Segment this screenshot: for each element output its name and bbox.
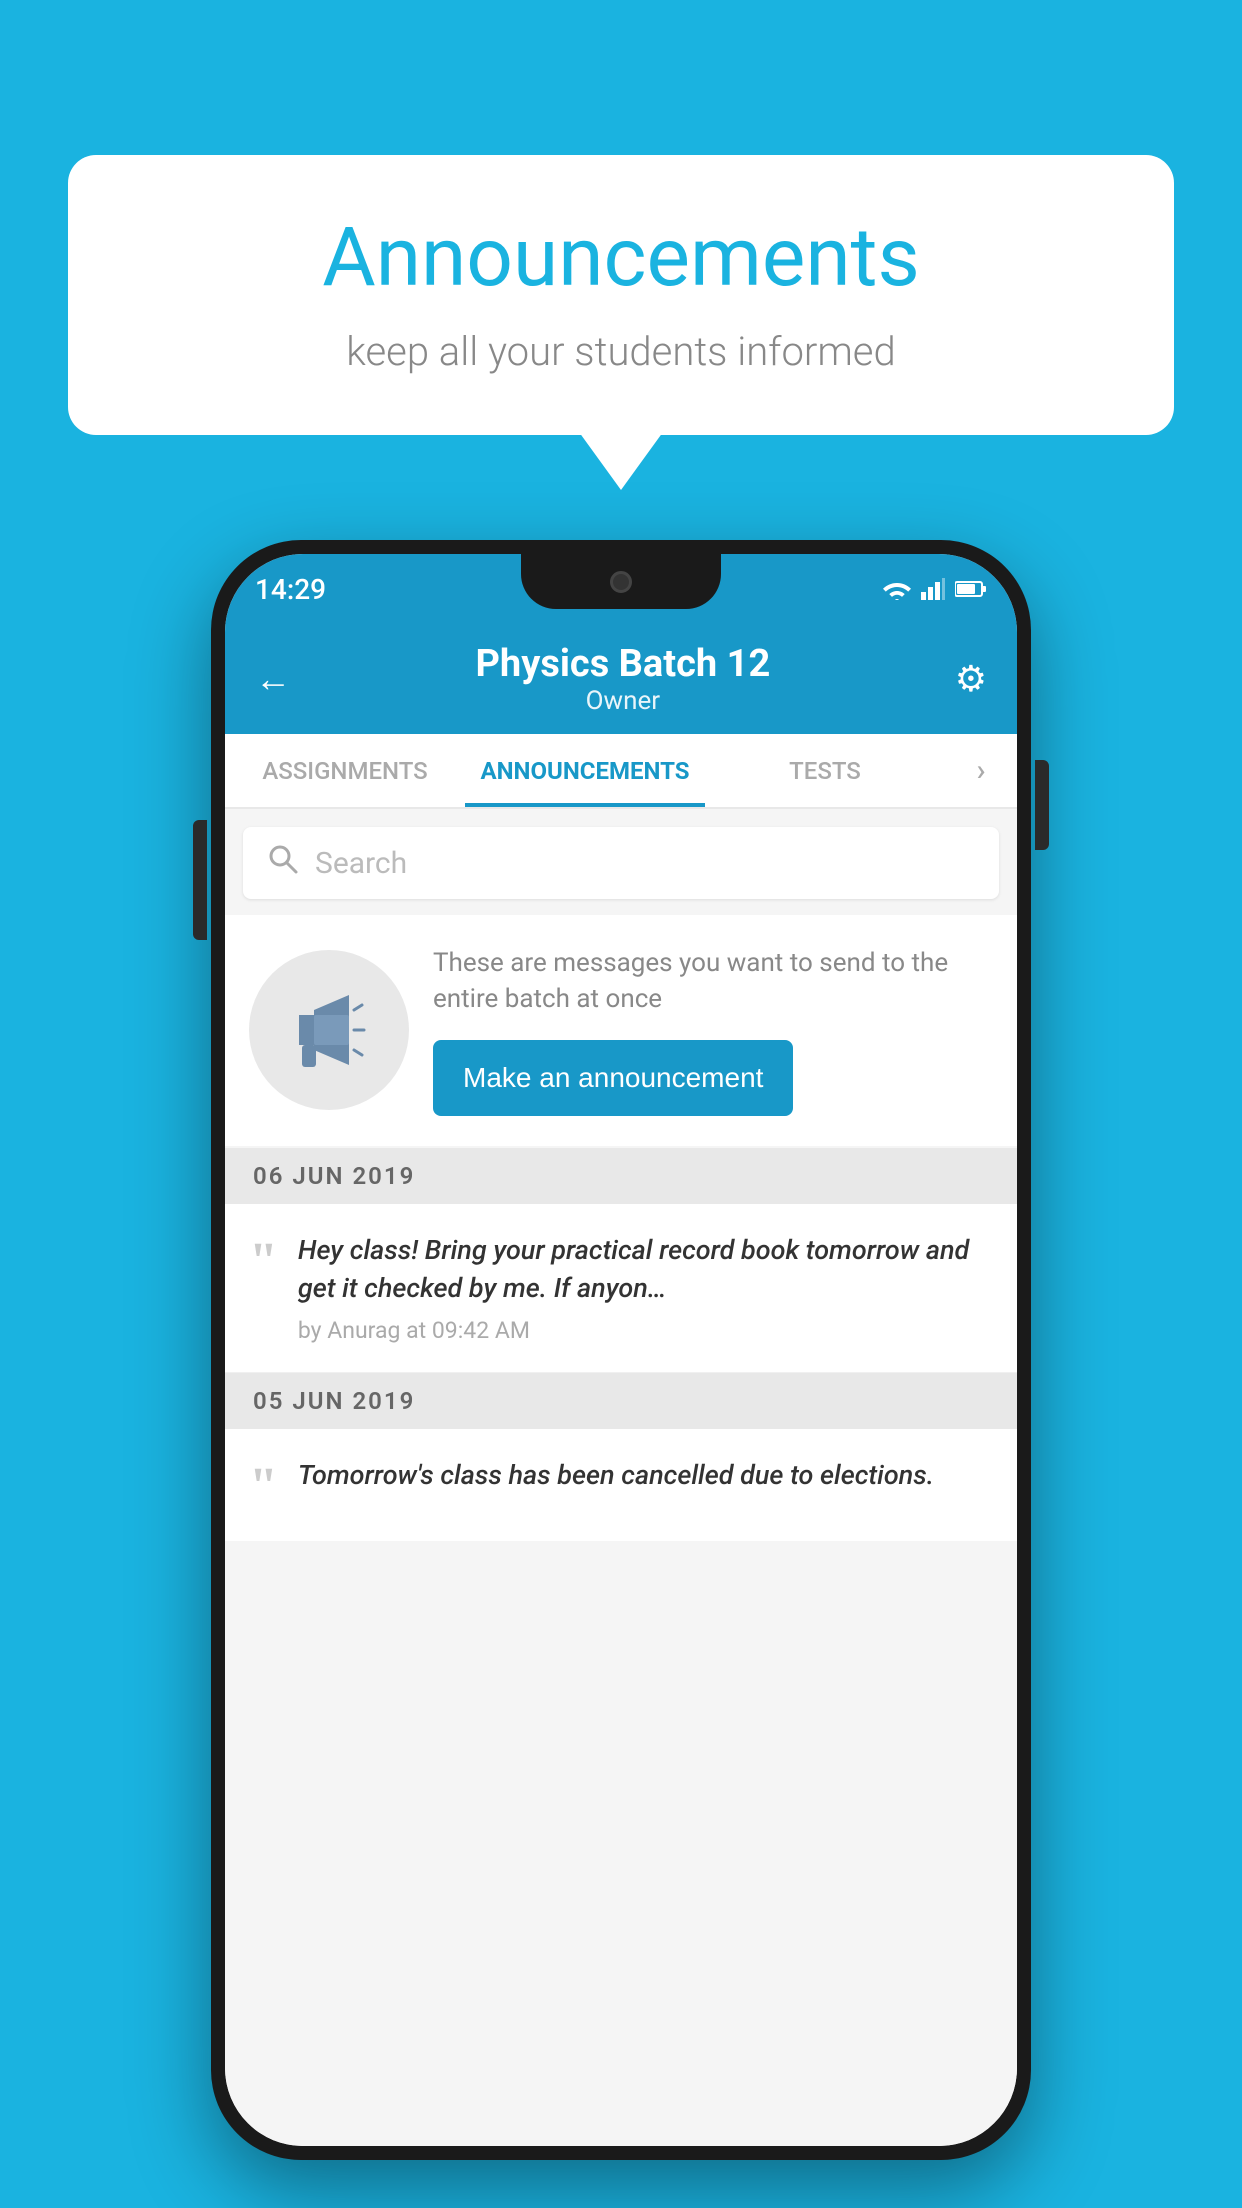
announcement-content-1: Hey class! Bring your practical record b… [298,1232,993,1345]
signal-icon [921,578,945,600]
speech-bubble: Announcements keep all your students inf… [68,155,1174,435]
header-subtitle: Owner [475,686,770,716]
speech-bubble-container: Announcements keep all your students inf… [68,155,1174,435]
content-area: Search [225,809,1017,2146]
megaphone-icon [284,985,374,1075]
promo-right: These are messages you want to send to t… [433,945,993,1116]
phone-notch [521,554,721,609]
search-bar[interactable]: Search [243,827,999,899]
tab-assignments[interactable]: ASSIGNMENTS [225,734,465,807]
phone-screen: 14:29 [225,554,1017,2146]
wifi-icon [883,578,911,600]
announcement-content-2: Tomorrow's class has been cancelled due … [298,1457,993,1505]
back-button[interactable]: ← [255,658,291,700]
date-divider-1: 06 JUN 2019 [225,1148,1017,1204]
tab-tests[interactable]: TESTS [705,734,945,807]
battery-icon [955,580,987,598]
search-placeholder: Search [315,846,407,881]
announcement-item-1[interactable]: " Hey class! Bring your practical record… [225,1204,1017,1374]
phone-outer: 14:29 [211,540,1031,2160]
tab-announcements[interactable]: ANNOUNCEMENTS [465,734,705,807]
header-center: Physics Batch 12 Owner [475,642,770,716]
announcement-text-2: Tomorrow's class has been cancelled due … [298,1457,993,1495]
bubble-title: Announcements [128,210,1114,306]
announcement-meta-1: by Anurag at 09:42 AM [298,1317,993,1344]
bubble-subtitle: keep all your students informed [128,328,1114,375]
announcement-text-1: Hey class! Bring your practical record b… [298,1232,993,1308]
search-icon [267,843,299,883]
date-divider-2: 05 JUN 2019 [225,1373,1017,1429]
announcement-item-2[interactable]: " Tomorrow's class has been cancelled du… [225,1429,1017,1541]
status-time: 14:29 [255,573,326,606]
promo-description: These are messages you want to send to t… [433,945,993,1018]
phone-wrapper: 14:29 [211,540,1031,2160]
quote-icon-1: " [249,1236,278,1288]
tab-more[interactable]: › [945,734,1017,807]
tab-bar: ASSIGNMENTS ANNOUNCEMENTS TESTS › [225,734,1017,809]
camera [610,571,632,593]
promo-icon-circle [249,950,409,1110]
status-icons [883,578,987,600]
settings-button[interactable]: ⚙ [955,658,987,700]
quote-icon-2: " [249,1461,278,1513]
make-announcement-button[interactable]: Make an announcement [433,1040,793,1116]
app-header: ← Physics Batch 12 Owner ⚙ [225,624,1017,734]
promo-card: These are messages you want to send to t… [225,915,1017,1146]
header-title: Physics Batch 12 [475,642,770,686]
